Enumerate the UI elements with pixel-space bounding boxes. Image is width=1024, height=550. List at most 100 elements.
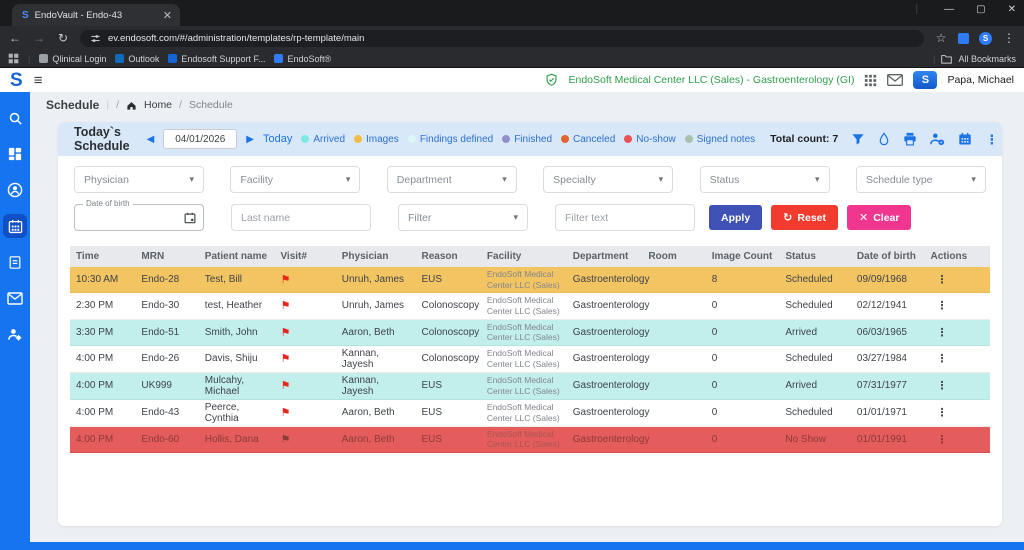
bookmark-item[interactable]: EndoSoft® xyxy=(274,54,331,64)
bookmark-label: Endosoft Support F... xyxy=(181,54,265,64)
app-grid-icon[interactable] xyxy=(864,74,877,87)
ink-drop-icon[interactable] xyxy=(878,132,890,146)
calendar-icon[interactable] xyxy=(958,132,972,146)
filter-icon[interactable] xyxy=(851,133,865,146)
back-button[interactable]: ← xyxy=(8,31,22,45)
sidebar-item-dashboard[interactable] xyxy=(0,136,30,172)
bookmark-label: Outlook xyxy=(128,54,159,64)
cell-department: Gastroenterology xyxy=(567,399,643,426)
filter-select[interactable]: Department ▾ xyxy=(387,166,517,193)
patient-icon xyxy=(7,182,23,198)
bookmark-item[interactable]: Endosoft Support F... xyxy=(168,54,265,64)
sidebar-item-messages[interactable] xyxy=(0,280,30,316)
filter-select[interactable]: Status ▾ xyxy=(700,166,830,193)
bookmark-item[interactable]: Qlinical Login xyxy=(39,54,106,64)
table-row[interactable]: 4:00 PM Endo-43 Peerce, Cynthia ⚑ Aaron,… xyxy=(70,399,990,426)
filter-dropdown[interactable]: Filter ▾ xyxy=(398,204,528,231)
legend-item: Canceled xyxy=(561,134,615,145)
organization-label[interactable]: EndoSoft Medical Center LLC (Sales) - Ga… xyxy=(568,74,854,86)
table-row[interactable]: 2:30 PM Endo-30 test, Heather ⚑ Unruh, J… xyxy=(70,293,990,319)
bookmark-star-icon[interactable]: ☆ xyxy=(934,31,948,45)
next-day-button[interactable]: ▶ xyxy=(246,134,254,145)
column-header[interactable]: Visit# xyxy=(274,246,335,267)
all-bookmarks[interactable]: | All Bookmarks xyxy=(933,54,1016,64)
column-header[interactable]: Department xyxy=(567,246,643,267)
tab-close-icon[interactable]: ✕ xyxy=(163,9,172,22)
mail-icon[interactable] xyxy=(887,74,903,86)
cell-room xyxy=(642,399,705,426)
print-icon[interactable] xyxy=(903,132,917,146)
last-name-input[interactable] xyxy=(231,204,371,231)
sidebar-item-schedule[interactable] xyxy=(0,208,30,244)
browser-tab[interactable]: S EndoVault - Endo-43 ✕ xyxy=(12,4,180,26)
table-row[interactable]: 4:00 PM Endo-60 Hollis, Dana ⚑ Aaron, Be… xyxy=(70,426,990,452)
filter-text-input[interactable] xyxy=(555,204,695,231)
forward-button[interactable]: → xyxy=(32,31,46,45)
address-bar[interactable]: ev.endosoft.com/#/administration/templat… xyxy=(80,30,924,47)
endosoft-extension-icon[interactable]: S xyxy=(979,32,992,45)
today-link[interactable]: Today xyxy=(263,133,292,145)
apps-grid-icon[interactable] xyxy=(8,53,19,64)
site-settings-icon[interactable] xyxy=(90,33,101,44)
column-header[interactable]: Image Count xyxy=(706,246,780,267)
filter-select[interactable]: Specialty ▾ xyxy=(543,166,673,193)
row-actions-button[interactable]: ⋮ xyxy=(925,399,990,426)
add-patient-icon[interactable] xyxy=(930,132,945,146)
row-actions-button[interactable]: ⋮ xyxy=(925,372,990,399)
filter-select-label: Status xyxy=(710,174,740,186)
user-name[interactable]: Papa, Michael xyxy=(947,74,1014,86)
table-row[interactable]: 10:30 AM Endo-28 Test, Bill ⚑ Unruh, Jam… xyxy=(70,267,990,293)
browser-menu-icon[interactable]: ⋮ xyxy=(1002,31,1016,45)
reset-button[interactable]: ↻Reset xyxy=(771,205,838,230)
row-actions-button[interactable]: ⋮ xyxy=(925,293,990,319)
column-header[interactable]: Reason xyxy=(415,246,480,267)
column-header[interactable]: Actions xyxy=(925,246,990,267)
hamburger-menu-icon[interactable]: ≡ xyxy=(34,72,43,89)
more-options-icon[interactable]: ⋮ xyxy=(985,133,998,146)
cell-date-of-birth: 09/09/1968 xyxy=(851,267,925,293)
header-right: EndoSoft Medical Center LLC (Sales) - Ga… xyxy=(545,71,1014,89)
reload-button[interactable]: ↻ xyxy=(56,31,70,45)
apply-button[interactable]: Apply xyxy=(709,205,762,230)
sidebar-item-search[interactable] xyxy=(0,100,30,136)
clear-button[interactable]: ✕Clear xyxy=(847,205,911,230)
previous-day-button[interactable]: ◀ xyxy=(147,134,155,145)
sidebar-item-patients[interactable] xyxy=(0,172,30,208)
filter-select[interactable]: Schedule type ▾ xyxy=(856,166,986,193)
filter-select[interactable]: Facility ▾ xyxy=(230,166,360,193)
column-header[interactable]: Room xyxy=(642,246,705,267)
column-header[interactable]: Status xyxy=(779,246,851,267)
date-input[interactable] xyxy=(163,129,237,149)
column-header[interactable]: Time xyxy=(70,246,135,267)
column-header[interactable]: Facility xyxy=(481,246,567,267)
bookmark-item[interactable]: Outlook xyxy=(115,54,159,64)
extension-icon[interactable] xyxy=(958,33,969,44)
column-header[interactable]: MRN xyxy=(135,246,198,267)
row-actions-button[interactable]: ⋮ xyxy=(925,426,990,452)
sidebar-item-worklist[interactable] xyxy=(0,244,30,280)
row-actions-button[interactable]: ⋮ xyxy=(925,267,990,293)
table-row[interactable]: 4:00 PM UK999 Mulcahy, Michael ⚑ Kannan,… xyxy=(70,372,990,399)
cell-date-of-birth: 01/01/1991 xyxy=(851,426,925,452)
table-row[interactable]: 3:30 PM Endo-51 Smith, John ⚑ Aaron, Bet… xyxy=(70,319,990,345)
breadcrumb-home[interactable]: Home xyxy=(144,99,172,111)
column-header[interactable]: Patient name xyxy=(199,246,275,267)
window-close-button[interactable]: ✕ xyxy=(1008,4,1016,15)
column-header[interactable]: Physician xyxy=(336,246,416,267)
cell-room xyxy=(642,426,705,452)
filter-select[interactable]: Physician ▾ xyxy=(74,166,204,193)
legend-item: Finished xyxy=(502,134,552,145)
window-minimize-button[interactable]: — xyxy=(944,4,954,15)
window-maximize-button[interactable]: ▢ xyxy=(976,4,985,15)
date-of-birth-field[interactable]: Date of birth xyxy=(74,204,204,231)
user-avatar[interactable]: S xyxy=(913,71,937,89)
table-row[interactable]: 4:00 PM Endo-26 Davis, Shiju ⚑ Kannan, J… xyxy=(70,345,990,372)
sidebar-item-user-settings[interactable] xyxy=(0,316,30,352)
legend-dot xyxy=(301,135,309,143)
legend-label: Canceled xyxy=(573,134,615,145)
row-actions-button[interactable]: ⋮ xyxy=(925,319,990,345)
row-actions-button[interactable]: ⋮ xyxy=(925,345,990,372)
calendar-icon[interactable] xyxy=(184,212,196,224)
home-icon[interactable] xyxy=(126,100,137,111)
column-header[interactable]: Date of birth xyxy=(851,246,925,267)
